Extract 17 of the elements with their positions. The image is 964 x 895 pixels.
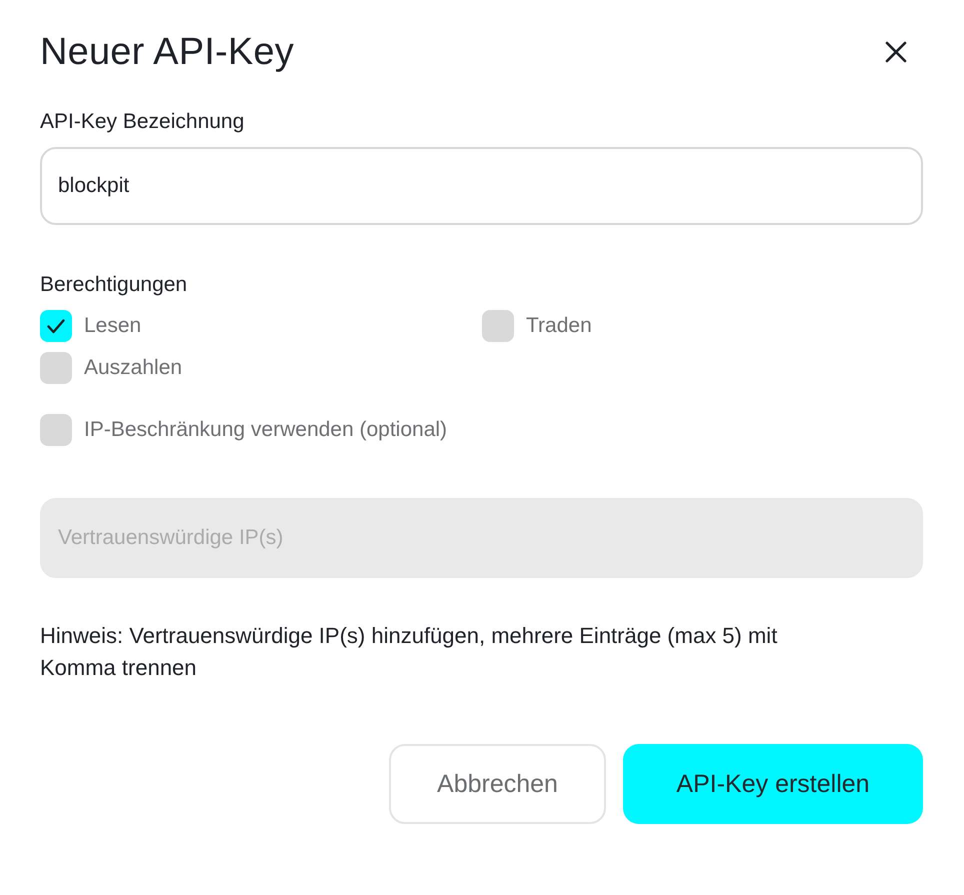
- dialog-title: Neuer API-Key: [40, 30, 294, 75]
- checkbox[interactable]: [482, 310, 514, 342]
- check-icon: [47, 318, 65, 334]
- create-button[interactable]: API-Key erstellen: [623, 744, 923, 824]
- checkbox[interactable]: [40, 352, 72, 384]
- cancel-button[interactable]: Abbrechen: [389, 744, 606, 824]
- checkbox[interactable]: [40, 414, 72, 446]
- checkbox-label: Traden: [526, 313, 592, 339]
- checkbox-label: Lesen: [84, 313, 142, 339]
- section-heading: Berechtigungen: [40, 272, 188, 298]
- checkbox[interactable]: [40, 310, 72, 342]
- field-label: API-Key Bezeichnung: [40, 109, 246, 135]
- name-input-field[interactable]: blockpit: [40, 147, 923, 225]
- checkbox-label: IP-Beschränkung verwenden (optional): [84, 417, 448, 443]
- close-icon[interactable]: [885, 41, 907, 63]
- hint-text: Hinweis: Vertrauenswürdige IP(s) hinzufügen, mehrere Einträge (max 5) mit Komma trennen: [40, 622, 778, 682]
- checkbox-label: Auszahlen: [84, 355, 182, 381]
